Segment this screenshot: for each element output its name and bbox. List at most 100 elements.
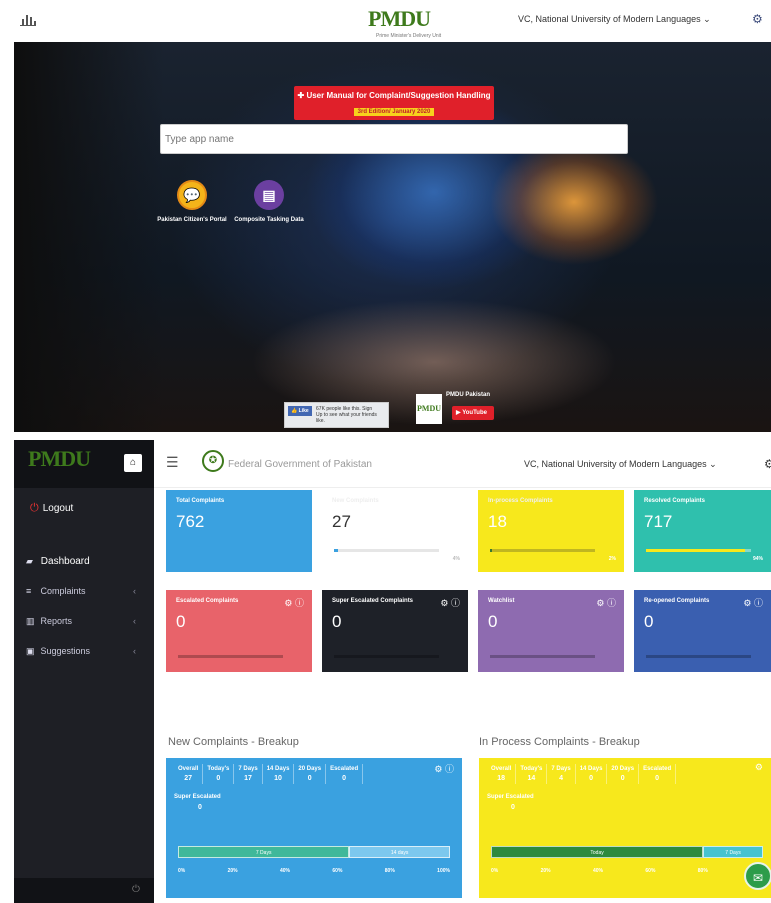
breakup-axis: 0%20%40%60%80%100% [178, 868, 450, 874]
app-search-input[interactable] [160, 124, 628, 154]
super-escalated-stat: Super Escalated 0 [174, 794, 221, 811]
card-label: Total Complaints [176, 498, 225, 504]
list-icon: ≡ [26, 586, 32, 596]
sidebar-item-label: Complaints [40, 586, 86, 596]
briefcase-icon: ▣ [26, 646, 35, 656]
progress-bar [646, 655, 751, 658]
progress-percent: 4% [452, 556, 460, 562]
card-new-complaints[interactable]: New Complaints 27 4% [322, 490, 468, 572]
breakup-stat: Today's 14 [516, 764, 548, 784]
gear-icon[interactable]: ⚙ [752, 12, 763, 26]
panel-tools-icon[interactable]: ⚙ [755, 762, 763, 773]
manual-label: ✚ User Manual for Complaint/Suggestion H… [297, 91, 491, 100]
bar-segment[interactable]: 7 Days [703, 846, 763, 858]
card-resolved-complaints[interactable]: Resolved Complaints 717 94% [634, 490, 771, 572]
axis-tick-label: 80% [697, 868, 708, 874]
breakup-stat: 7 Days 17 [234, 764, 263, 784]
user-menu[interactable]: VC, National University of Modern Langua… [524, 459, 717, 470]
pmdu-logo[interactable]: PMDU [368, 6, 431, 32]
breakup-stat: 20 Days 0 [294, 764, 327, 784]
progress-bar [334, 549, 439, 552]
card-label: New Complaints [332, 498, 379, 504]
app-citizens-portal[interactable]: 💬 Pakistan Citizen's Portal [157, 180, 227, 224]
card-tools-icon[interactable]: ⚙ ⓘ [743, 596, 763, 609]
app-composite-tasking[interactable]: ▤ Composite Tasking Data [234, 180, 304, 224]
facebook-like-text: 67K people like this. Sign Up to see wha… [316, 406, 377, 424]
card-tools-icon[interactable]: ⚙ ⓘ [284, 596, 304, 609]
manual-edition: 3rd Edition/ January 2020 [353, 108, 435, 116]
youtube-button[interactable]: ▶ YouTube [452, 406, 494, 420]
user-menu[interactable]: VC, National University of Modern Langua… [518, 14, 711, 25]
breakup-stat: Escalated 0 [326, 764, 364, 784]
home-icon[interactable]: ⌂ [124, 454, 142, 472]
card-escalated-complaints[interactable]: Escalated Complaints ⚙ ⓘ 0 [166, 590, 312, 672]
axis-tick-label: 80% [384, 868, 395, 874]
breakup-stat: Overall 27 [174, 764, 204, 784]
state-emblem-icon: ✪ [202, 450, 224, 472]
panel-tools-icon[interactable]: ⚙ ⓘ [434, 762, 454, 775]
axis-tick-label: 20% [227, 868, 238, 874]
youtube-channel-name[interactable]: PMDU Pakistan [446, 392, 490, 398]
gear-icon[interactable]: ⚙ [764, 457, 771, 471]
logout-button[interactable]: ⏻ Logout [30, 502, 73, 515]
sidebar-item-dashboard[interactable]: ▰ Dashboard [26, 556, 146, 567]
card-value: 0 [332, 612, 342, 631]
breakup-stat: 14 Days 10 [263, 764, 295, 784]
dashboard-icon: ▰ [26, 556, 33, 566]
axis-tick-label: 40% [593, 868, 604, 874]
power-icon[interactable]: ⏻ [132, 884, 140, 895]
inprocess-complaints-breakup: ⚙ Overall 18 Today's 14 7 Days 4 14 Days 0 20 Da… [479, 758, 771, 898]
facebook-like-button[interactable]: 👍 Like [288, 406, 312, 416]
section-title: New Complaints - Breakup [168, 736, 299, 748]
card-watchlist[interactable]: Watchlist ⚙ ⓘ 0 [478, 590, 624, 672]
sidebar-item-label: Suggestions [40, 646, 91, 656]
card-value: 0 [644, 612, 654, 631]
chevron-left-icon: ‹ [133, 616, 136, 626]
super-escalated-stat: Super Escalated 0 [487, 794, 534, 811]
breakup-stat: 7 Days 4 [547, 764, 576, 784]
axis-tick-label: 20% [540, 868, 551, 874]
card-reopened-complaints[interactable]: Re-opened Complaints ⚙ ⓘ 0 [634, 590, 771, 672]
axis-tick-label: 60% [645, 868, 656, 874]
card-value: 27 [332, 512, 351, 531]
sidebar-item-complaints[interactable]: ≡ Complaints ‹ [26, 586, 146, 596]
document-icon: ▤ [254, 180, 284, 210]
power-icon: ⏻ [30, 502, 39, 514]
axis-tick-label: 100% [437, 868, 450, 874]
progress-fill [646, 549, 745, 552]
app-label: Composite Tasking Data [234, 217, 304, 223]
pmdu-logo[interactable]: PMDU [28, 446, 91, 472]
mail-icon[interactable]: ✉ [744, 862, 771, 890]
progress-percent: 2% [608, 556, 616, 562]
axis-tick-label: 0% [491, 868, 499, 874]
card-super-escalated-complaints[interactable]: Super Escalated Complaints ⚙ ⓘ 0 [322, 590, 468, 672]
breakup-stacked-bar: 7 Days 14 days [178, 846, 450, 858]
card-value: 0 [176, 612, 186, 631]
user-manual-button[interactable]: ✚ User Manual for Complaint/Suggestion H… [294, 86, 494, 120]
facebook-like-box[interactable]: 👍 Like 67K people like this. Sign Up to … [284, 402, 389, 428]
card-total-complaints[interactable]: Total Complaints 762 [166, 490, 312, 572]
bar-segment[interactable]: 14 days [349, 846, 450, 858]
progress-bar [178, 655, 283, 658]
breakup-stat: 20 Days 0 [607, 764, 640, 784]
youtube-channel-logo[interactable]: PMDU [416, 394, 442, 424]
card-tools-icon[interactable]: ⚙ ⓘ [596, 596, 616, 609]
card-value: 18 [488, 512, 507, 531]
card-tools-icon[interactable]: ⚙ ⓘ [440, 596, 460, 609]
progress-bar [334, 655, 439, 658]
bar-segment[interactable]: 7 Days [178, 846, 350, 858]
sidebar-item-reports[interactable]: ▥ Reports ‹ [26, 616, 146, 627]
sidebar-logo-header: PMDU ⌂ [14, 440, 154, 488]
card-inprocess-complaints[interactable]: In-process Complaints 18 2% [478, 490, 624, 572]
sidebar-item-suggestions[interactable]: ▣ Suggestions ‹ [26, 646, 146, 657]
card-value: 717 [644, 512, 673, 531]
bar-chart-icon[interactable] [20, 12, 36, 26]
axis-tick-label: 40% [280, 868, 291, 874]
progress-percent: 94% [752, 556, 763, 562]
new-complaints-breakup: ⚙ ⓘ Overall 27 Today's 0 7 Days 17 14 Days 10 20… [166, 758, 462, 898]
menu-icon[interactable]: ☰ [166, 454, 179, 471]
card-value: 762 [176, 512, 205, 531]
bar-segment[interactable]: Today [491, 846, 704, 858]
breakup-stats: Overall 18 Today's 14 7 Days 4 14 Days 0 20 Days… [487, 764, 763, 784]
breakup-axis: 0%20%40%60%80%100% [491, 868, 763, 874]
